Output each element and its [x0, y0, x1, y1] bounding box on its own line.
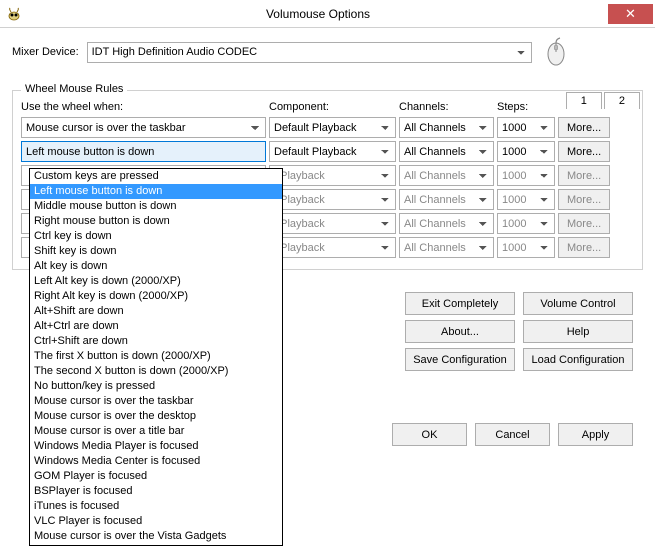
more-button[interactable]: More...: [558, 189, 610, 210]
header-component: Component:: [269, 101, 399, 113]
ok-button[interactable]: OK: [392, 423, 467, 446]
component-select[interactable]: Default Playback: [269, 117, 396, 138]
dialog-buttons: OK Cancel Apply: [392, 423, 633, 446]
dropdown-option[interactable]: iTunes is focused: [30, 499, 282, 514]
channels-select[interactable]: All Channels: [399, 165, 494, 186]
dropdown-option[interactable]: GOM Player is focused: [30, 469, 282, 484]
action-buttons: Exit Completely Volume Control About... …: [405, 292, 633, 371]
steps-select[interactable]: 1000: [497, 141, 555, 162]
dropdown-option[interactable]: Shift key is down: [30, 244, 282, 259]
steps-select[interactable]: 1000: [497, 165, 555, 186]
component-select[interactable]: t Playback: [269, 165, 396, 186]
dropdown-option[interactable]: BSPlayer is focused: [30, 484, 282, 499]
load-config-button[interactable]: Load Configuration: [523, 348, 633, 371]
channels-select[interactable]: All Channels: [399, 189, 494, 210]
channels-select[interactable]: All Channels: [399, 213, 494, 234]
dropdown-option[interactable]: Left mouse button is down: [30, 184, 282, 199]
dropdown-option[interactable]: Mouse cursor is over a title bar: [30, 424, 282, 439]
header-channels: Channels:: [399, 101, 497, 113]
dropdown-option[interactable]: Right Alt key is down (2000/XP): [30, 289, 282, 304]
rule-row: Left mouse button is downDefault Playbac…: [21, 141, 634, 162]
help-button[interactable]: Help: [523, 320, 633, 343]
dropdown-option[interactable]: No button/key is pressed: [30, 379, 282, 394]
channels-select[interactable]: All Channels: [399, 237, 494, 258]
dropdown-option[interactable]: Left Alt key is down (2000/XP): [30, 274, 282, 289]
dropdown-option[interactable]: VLC Player is focused: [30, 514, 282, 529]
wheel-condition-select[interactable]: Left mouse button is down: [21, 141, 266, 162]
steps-select[interactable]: 1000: [497, 189, 555, 210]
wheel-condition-select[interactable]: Mouse cursor is over the taskbar: [21, 117, 266, 138]
save-config-button[interactable]: Save Configuration: [405, 348, 515, 371]
steps-select[interactable]: 1000: [497, 237, 555, 258]
about-button[interactable]: About...: [405, 320, 515, 343]
wheel-condition-dropdown[interactable]: Custom keys are pressedLeft mouse button…: [29, 168, 283, 546]
component-select[interactable]: t Playback: [269, 237, 396, 258]
dropdown-option[interactable]: Windows Media Player is focused: [30, 439, 282, 454]
close-button[interactable]: ✕: [608, 4, 653, 24]
dropdown-option[interactable]: Ctrl+Shift are down: [30, 334, 282, 349]
dropdown-option[interactable]: The cursor is on screen corners: [30, 544, 282, 546]
volume-control-button[interactable]: Volume Control: [523, 292, 633, 315]
dropdown-option[interactable]: Alt+Shift are down: [30, 304, 282, 319]
exit-button[interactable]: Exit Completely: [405, 292, 515, 315]
header-wheel: Use the wheel when:: [21, 101, 269, 113]
mixer-device-select[interactable]: IDT High Definition Audio CODEC: [87, 42, 532, 63]
mouse-icon: [540, 36, 572, 68]
channels-select[interactable]: All Channels: [399, 141, 494, 162]
dropdown-option[interactable]: Mouse cursor is over the Vista Gadgets: [30, 529, 282, 544]
more-button[interactable]: More...: [558, 165, 610, 186]
mixer-label: Mixer Device:: [12, 46, 79, 58]
dropdown-option[interactable]: Custom keys are pressed: [30, 169, 282, 184]
dropdown-option[interactable]: Right mouse button is down: [30, 214, 282, 229]
steps-select[interactable]: 1000: [497, 117, 555, 138]
channels-select[interactable]: All Channels: [399, 117, 494, 138]
dropdown-option[interactable]: Ctrl key is down: [30, 229, 282, 244]
dropdown-option[interactable]: Mouse cursor is over the taskbar: [30, 394, 282, 409]
more-button[interactable]: More...: [558, 237, 610, 258]
header-steps: Steps:: [497, 101, 557, 113]
dropdown-option[interactable]: Alt key is down: [30, 259, 282, 274]
steps-select[interactable]: 1000: [497, 213, 555, 234]
dropdown-option[interactable]: Windows Media Center is focused: [30, 454, 282, 469]
component-select[interactable]: t Playback: [269, 189, 396, 210]
more-button[interactable]: More...: [558, 141, 610, 162]
more-button[interactable]: More...: [558, 213, 610, 234]
dropdown-option[interactable]: Middle mouse button is down: [30, 199, 282, 214]
component-select[interactable]: t Playback: [269, 213, 396, 234]
group-title: Wheel Mouse Rules: [21, 83, 127, 95]
window-title: Volumouse Options: [28, 7, 608, 21]
app-icon: [0, 6, 28, 22]
rule-row: Mouse cursor is over the taskbarDefault …: [21, 117, 634, 138]
titlebar: Volumouse Options ✕: [0, 0, 655, 28]
cancel-button[interactable]: Cancel: [475, 423, 550, 446]
column-headers: Use the wheel when: Component: Channels:…: [21, 101, 634, 113]
component-select[interactable]: Default Playback: [269, 141, 396, 162]
dropdown-option[interactable]: Alt+Ctrl are down: [30, 319, 282, 334]
dropdown-option[interactable]: The second X button is down (2000/XP): [30, 364, 282, 379]
dropdown-option[interactable]: Mouse cursor is over the desktop: [30, 409, 282, 424]
apply-button[interactable]: Apply: [558, 423, 633, 446]
more-button[interactable]: More...: [558, 117, 610, 138]
dropdown-option[interactable]: The first X button is down (2000/XP): [30, 349, 282, 364]
